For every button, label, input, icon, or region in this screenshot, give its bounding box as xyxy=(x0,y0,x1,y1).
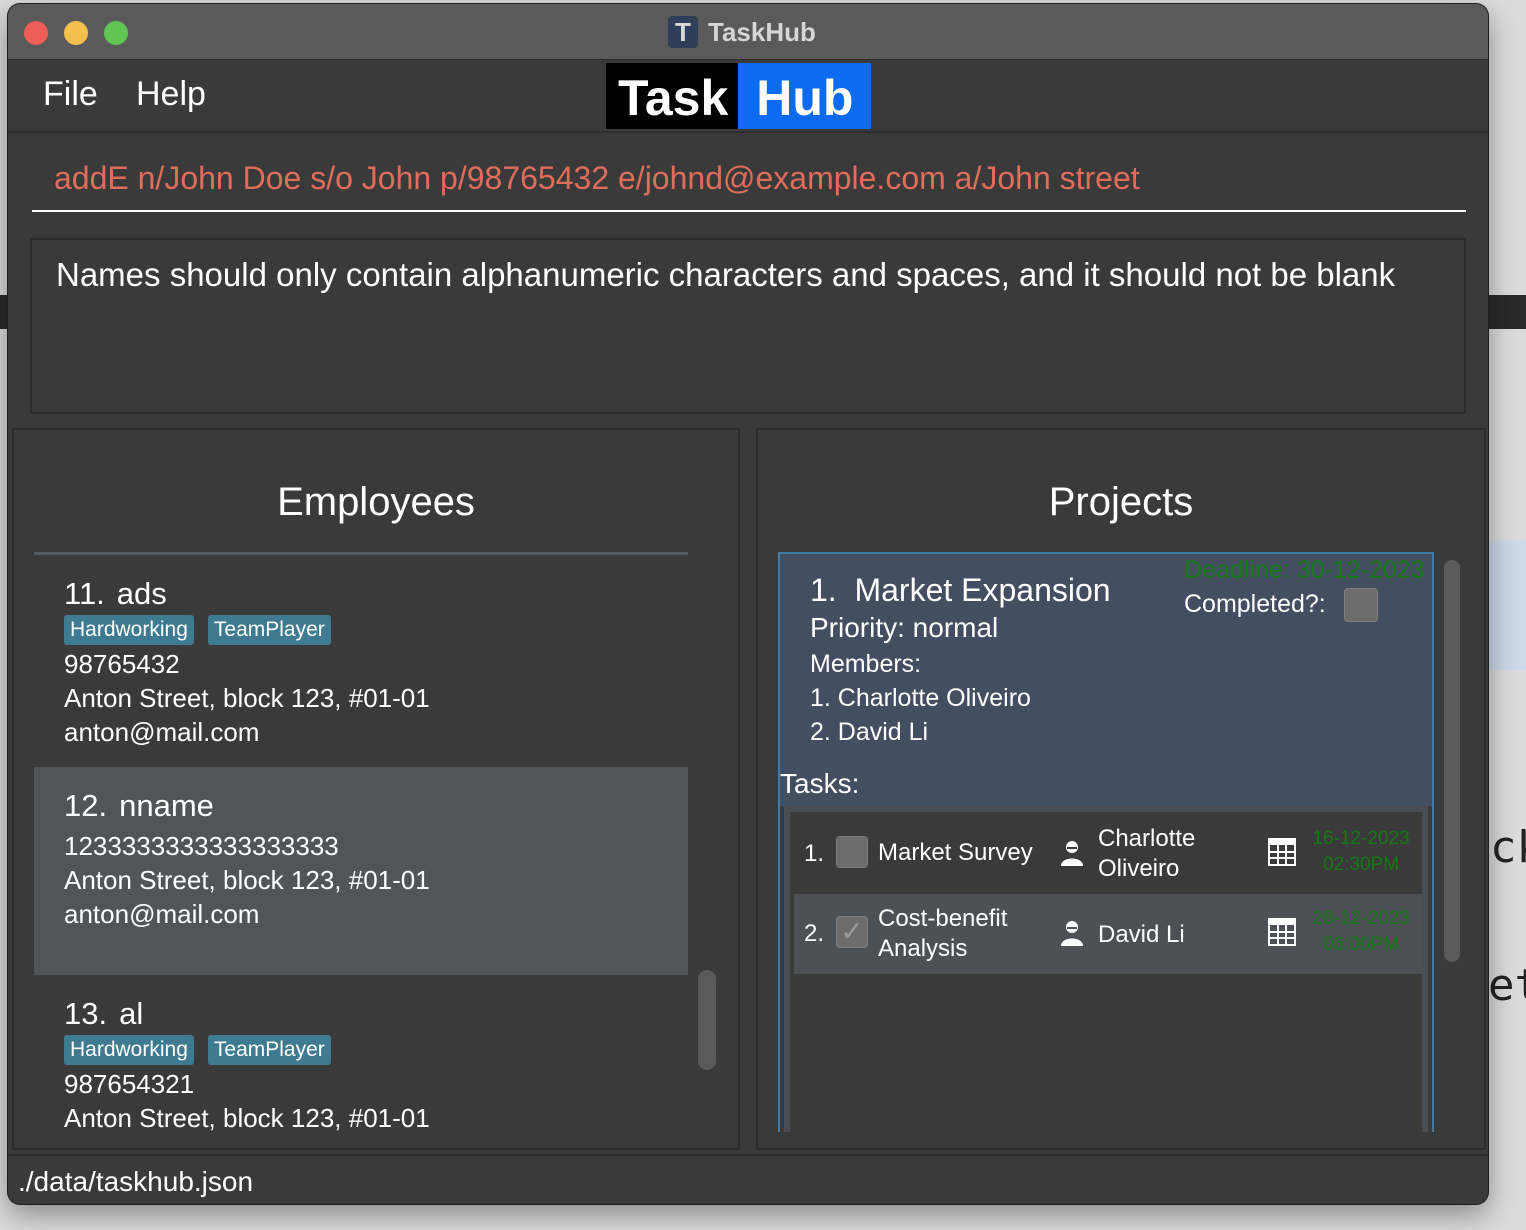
calendar-icon xyxy=(1268,838,1296,866)
task-checkbox-checked[interactable]: ✓ xyxy=(836,916,868,948)
project-priority: Priority: normal xyxy=(810,612,999,643)
calendar-icon xyxy=(1268,918,1296,946)
employee-index: 11. xyxy=(64,576,105,611)
task-name: Market Survey xyxy=(878,839,1033,866)
project-header: 1. Market Expansion Priority: normal Mem… xyxy=(780,554,1432,806)
employee-name: al xyxy=(119,996,144,1031)
command-area: addE n/John Doe s/o John p/98765432 e/jo… xyxy=(8,134,1488,230)
employee-index: 12. xyxy=(64,788,108,823)
employee-list-scrollbar[interactable] xyxy=(698,970,716,1070)
task-assignee: David Li xyxy=(1098,921,1185,948)
employee-card[interactable]: 11. ads Hardworking TeamPlayer 98765432 A… xyxy=(34,555,688,767)
taskhub-logo: Task Hub xyxy=(606,63,872,129)
task-list[interactable]: 1. Market Survey Charlotte Oliveiro 16-1… xyxy=(784,806,1428,1132)
task-checkbox[interactable] xyxy=(836,836,868,868)
employee-address: Anton Street, block 123, #01-01 xyxy=(64,1103,430,1132)
menu-help[interactable]: Help xyxy=(136,75,206,114)
task-assignee: Charlotte Oliveiro xyxy=(1098,824,1248,884)
task-name-line: Cost-benefit xyxy=(878,905,1008,932)
menu-file[interactable]: File xyxy=(43,75,98,114)
project-card[interactable]: 1. Market Expansion Priority: normal Mem… xyxy=(778,552,1434,1132)
title-bar: T TaskHub xyxy=(8,4,1488,60)
project-deadline: Deadline: 30-12-2023 xyxy=(1184,556,1425,584)
employee-address: Anton Street, block 123, #01-01 xyxy=(64,865,430,895)
task-row[interactable]: 2. ✓ Cost-benefit Analysis David Li 28-1… xyxy=(794,894,1422,974)
result-display: Names should only contain alphanumeric c… xyxy=(30,238,1466,414)
window-close-button[interactable] xyxy=(24,21,48,45)
project-member: 1. Charlotte Oliveiro xyxy=(810,684,1031,712)
desktop-background-text: ck xyxy=(1490,822,1526,873)
person-icon xyxy=(1061,841,1083,866)
project-name-line: 1. Market Expansion xyxy=(810,572,1111,609)
tag: Hardworking xyxy=(64,615,194,645)
task-due: 16-12-2023 02:30PM xyxy=(1306,826,1416,878)
desktop-background-text: et xyxy=(1488,960,1526,1011)
employees-panel: Employees 11. ads Hardworking TeamPlayer … xyxy=(12,428,740,1150)
employee-name-line: 12. nname xyxy=(64,787,658,825)
window-minimize-button[interactable] xyxy=(64,21,88,45)
command-input[interactable]: addE n/John Doe s/o John p/98765432 e/jo… xyxy=(32,148,1466,212)
employees-title: Employees xyxy=(277,480,475,524)
project-members-label: Members: xyxy=(810,650,922,678)
project-list-scrollbar[interactable] xyxy=(1444,560,1460,962)
project-completed-label: Completed?: xyxy=(1184,590,1326,618)
project-name: Market Expansion xyxy=(854,572,1111,608)
status-bar-file-path: ./data/taskhub.json xyxy=(8,1154,1488,1204)
employee-index: 13. xyxy=(64,996,108,1031)
project-index: 1. xyxy=(810,572,837,608)
task-due-date: 16-12-2023 xyxy=(1312,828,1410,849)
logo-task-part: Task xyxy=(606,63,739,129)
employee-name: ads xyxy=(116,576,167,611)
employee-email: anton@mail.com xyxy=(64,717,260,747)
app-window: T TaskHub File Help Task Hub addE n/John… xyxy=(8,4,1488,1204)
logo-hub-part: Hub xyxy=(738,63,872,129)
employee-address: Anton Street, block 123, #01-01 xyxy=(64,683,430,713)
project-completed-checkbox[interactable] xyxy=(1344,588,1378,622)
task-due-time: 02:30PM xyxy=(1322,854,1400,875)
employee-name-line: 13. al xyxy=(64,995,658,1033)
employee-tags: Hardworking TeamPlayer xyxy=(64,615,658,645)
projects-title: Projects xyxy=(1048,480,1194,524)
task-due-date: 28-12-2023 xyxy=(1312,908,1410,929)
task-assignee-line: Oliveiro xyxy=(1098,855,1180,882)
employee-list[interactable]: 11. ads Hardworking TeamPlayer 98765432 A… xyxy=(34,552,688,1132)
employee-card[interactable]: 13. al Hardworking TeamPlayer 987654321 A… xyxy=(34,975,688,1132)
task-name-line: Analysis xyxy=(878,935,968,962)
task-name: Cost-benefit Analysis xyxy=(878,904,1048,964)
app-icon: T xyxy=(668,16,698,48)
task-assignee-line: Charlotte xyxy=(1098,825,1196,852)
task-due: 28-12-2023 06:00PM xyxy=(1306,906,1416,958)
task-row[interactable]: 1. Market Survey Charlotte Oliveiro 16-1… xyxy=(794,814,1422,894)
task-index: 1. xyxy=(804,840,825,867)
window-maximize-button[interactable] xyxy=(104,21,128,45)
tag: Hardworking xyxy=(64,1035,194,1065)
employee-card[interactable]: 12. nname 1233333333333333333 Anton Stree… xyxy=(34,767,688,975)
employee-tags: Hardworking TeamPlayer xyxy=(64,1035,658,1065)
employee-phone: 987654321 xyxy=(64,1069,195,1099)
employee-phone: 1233333333333333333 xyxy=(64,831,339,861)
employee-email: anton@mail.com xyxy=(64,899,260,929)
employee-name: nname xyxy=(119,788,214,823)
tasks-label: Tasks: xyxy=(780,768,860,799)
window-title: TaskHub xyxy=(708,16,816,47)
task-due-time: 06:00PM xyxy=(1322,934,1400,955)
employee-phone: 98765432 xyxy=(64,649,180,679)
project-member: 2. David Li xyxy=(810,718,929,746)
menu-bar: File Help Task Hub xyxy=(8,61,1488,133)
tag: TeamPlayer xyxy=(207,615,331,645)
task-index: 2. xyxy=(804,920,825,947)
window-title-group: T TaskHub xyxy=(668,14,816,50)
projects-panel: Projects 1. Market Expansion Priority: n… xyxy=(756,428,1486,1150)
person-icon xyxy=(1061,921,1083,946)
tag: TeamPlayer xyxy=(207,1035,331,1065)
employee-name-line: 11. ads xyxy=(64,575,658,613)
